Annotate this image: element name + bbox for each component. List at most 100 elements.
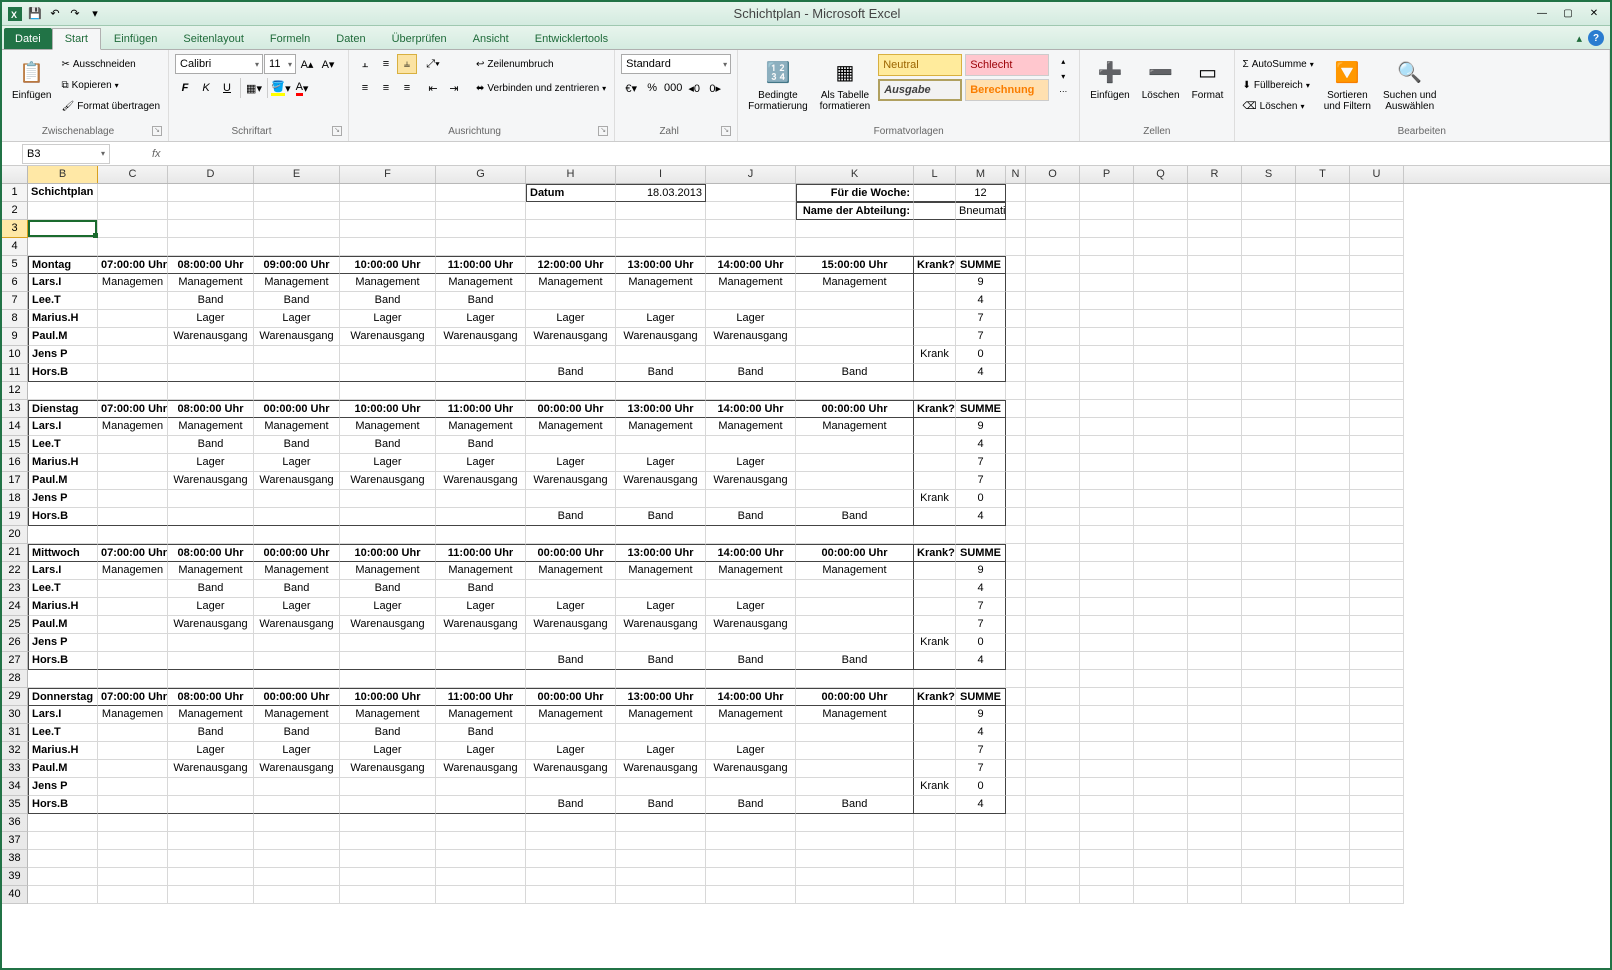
cell-I26[interactable] bbox=[616, 634, 706, 652]
select-all-corner[interactable] bbox=[2, 166, 28, 183]
cell-S8[interactable] bbox=[1242, 310, 1296, 328]
cell-E39[interactable] bbox=[254, 868, 340, 886]
cell-K6[interactable]: Management bbox=[796, 274, 914, 292]
cell-J7[interactable] bbox=[706, 292, 796, 310]
cell-B36[interactable] bbox=[28, 814, 98, 832]
cell-M11[interactable]: 4 bbox=[956, 364, 1006, 382]
row-header-12[interactable]: 12 bbox=[2, 382, 28, 400]
cell-S16[interactable] bbox=[1242, 454, 1296, 472]
alignment-dialog-launcher[interactable]: ↘ bbox=[598, 126, 608, 136]
cell-I33[interactable]: Warenausgang bbox=[616, 760, 706, 778]
cell-E13[interactable]: 00:00:00 Uhr bbox=[254, 400, 340, 418]
cell-P13[interactable] bbox=[1080, 400, 1134, 418]
cell-Q10[interactable] bbox=[1134, 346, 1188, 364]
cell-N6[interactable] bbox=[1006, 274, 1026, 292]
format-painter-button[interactable]: 🖌Format übertragen bbox=[59, 96, 162, 116]
cell-K31[interactable] bbox=[796, 724, 914, 742]
cell-O38[interactable] bbox=[1026, 850, 1080, 868]
cell-U16[interactable] bbox=[1350, 454, 1404, 472]
cell-Q5[interactable] bbox=[1134, 256, 1188, 274]
cell-N17[interactable] bbox=[1006, 472, 1026, 490]
cell-F3[interactable] bbox=[340, 220, 436, 238]
cell-J27[interactable]: Band bbox=[706, 652, 796, 670]
cell-P6[interactable] bbox=[1080, 274, 1134, 292]
column-header-T[interactable]: T bbox=[1296, 166, 1350, 183]
cell-C35[interactable] bbox=[98, 796, 168, 814]
cell-L5[interactable]: Krank? bbox=[914, 256, 956, 274]
cell-R15[interactable] bbox=[1188, 436, 1242, 454]
cell-L17[interactable] bbox=[914, 472, 956, 490]
cell-M6[interactable]: 9 bbox=[956, 274, 1006, 292]
cell-U4[interactable] bbox=[1350, 238, 1404, 256]
name-box[interactable]: B3 bbox=[22, 144, 110, 164]
cell-D8[interactable]: Lager bbox=[168, 310, 254, 328]
cell-N11[interactable] bbox=[1006, 364, 1026, 382]
cell-T2[interactable] bbox=[1296, 202, 1350, 220]
cell-H27[interactable]: Band bbox=[526, 652, 616, 670]
cell-I17[interactable]: Warenausgang bbox=[616, 472, 706, 490]
cut-button[interactable]: ✂Ausschneiden bbox=[59, 54, 162, 74]
cell-B33[interactable]: Paul.M bbox=[28, 760, 98, 778]
cell-D40[interactable] bbox=[168, 886, 254, 904]
cell-N40[interactable] bbox=[1006, 886, 1026, 904]
cell-L7[interactable] bbox=[914, 292, 956, 310]
cell-G21[interactable]: 11:00:00 Uhr bbox=[436, 544, 526, 562]
cell-Q23[interactable] bbox=[1134, 580, 1188, 598]
cell-J20[interactable] bbox=[706, 526, 796, 544]
cell-F12[interactable] bbox=[340, 382, 436, 400]
cell-C3[interactable] bbox=[98, 220, 168, 238]
cell-H20[interactable] bbox=[526, 526, 616, 544]
cell-L37[interactable] bbox=[914, 832, 956, 850]
cell-D7[interactable]: Band bbox=[168, 292, 254, 310]
cell-C6[interactable]: Managemen bbox=[98, 274, 168, 292]
row-header-26[interactable]: 26 bbox=[2, 634, 28, 652]
cell-S35[interactable] bbox=[1242, 796, 1296, 814]
row-header-32[interactable]: 32 bbox=[2, 742, 28, 760]
column-header-J[interactable]: J bbox=[706, 166, 796, 183]
cell-R4[interactable] bbox=[1188, 238, 1242, 256]
cell-Q3[interactable] bbox=[1134, 220, 1188, 238]
cell-G24[interactable]: Lager bbox=[436, 598, 526, 616]
cell-M15[interactable]: 4 bbox=[956, 436, 1006, 454]
cell-O33[interactable] bbox=[1026, 760, 1080, 778]
cell-S23[interactable] bbox=[1242, 580, 1296, 598]
cell-G12[interactable] bbox=[436, 382, 526, 400]
copy-button[interactable]: ⧉Kopieren▾ bbox=[59, 75, 162, 95]
cell-I19[interactable]: Band bbox=[616, 508, 706, 526]
cell-U34[interactable] bbox=[1350, 778, 1404, 796]
cell-H11[interactable]: Band bbox=[526, 364, 616, 382]
cell-U8[interactable] bbox=[1350, 310, 1404, 328]
cell-S7[interactable] bbox=[1242, 292, 1296, 310]
row-header-33[interactable]: 33 bbox=[2, 760, 28, 778]
cell-O27[interactable] bbox=[1026, 652, 1080, 670]
cell-C8[interactable] bbox=[98, 310, 168, 328]
cell-F6[interactable]: Management bbox=[340, 274, 436, 292]
cell-G38[interactable] bbox=[436, 850, 526, 868]
cell-P28[interactable] bbox=[1080, 670, 1134, 688]
cell-S2[interactable] bbox=[1242, 202, 1296, 220]
cell-J12[interactable] bbox=[706, 382, 796, 400]
cell-L3[interactable] bbox=[914, 220, 956, 238]
cell-I28[interactable] bbox=[616, 670, 706, 688]
cell-K20[interactable] bbox=[796, 526, 914, 544]
cell-B11[interactable]: Hors.B bbox=[28, 364, 98, 382]
cell-I40[interactable] bbox=[616, 886, 706, 904]
cell-R11[interactable] bbox=[1188, 364, 1242, 382]
row-header-7[interactable]: 7 bbox=[2, 292, 28, 310]
cell-J34[interactable] bbox=[706, 778, 796, 796]
cell-L33[interactable] bbox=[914, 760, 956, 778]
cell-R34[interactable] bbox=[1188, 778, 1242, 796]
cell-P27[interactable] bbox=[1080, 652, 1134, 670]
row-header-27[interactable]: 27 bbox=[2, 652, 28, 670]
cell-F4[interactable] bbox=[340, 238, 436, 256]
cell-L21[interactable]: Krank? bbox=[914, 544, 956, 562]
cell-M33[interactable]: 7 bbox=[956, 760, 1006, 778]
row-header-2[interactable]: 2 bbox=[2, 202, 28, 220]
cell-Q15[interactable] bbox=[1134, 436, 1188, 454]
cell-O15[interactable] bbox=[1026, 436, 1080, 454]
cell-D5[interactable]: 08:00:00 Uhr bbox=[168, 256, 254, 274]
cell-N34[interactable] bbox=[1006, 778, 1026, 796]
cell-D2[interactable] bbox=[168, 202, 254, 220]
cell-Q1[interactable] bbox=[1134, 184, 1188, 202]
cell-D12[interactable] bbox=[168, 382, 254, 400]
